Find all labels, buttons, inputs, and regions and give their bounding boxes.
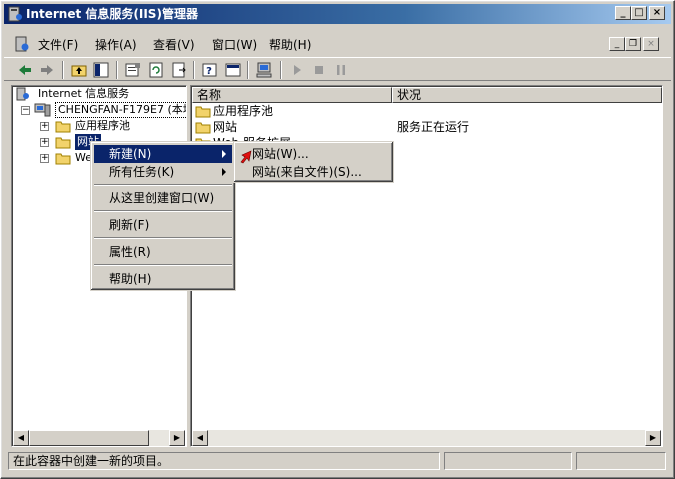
refresh-icon[interactable] — [147, 61, 165, 79]
computer-icon[interactable] — [255, 61, 273, 79]
scroll-right-button[interactable]: ▶ — [169, 430, 185, 446]
mdi-minimize-button[interactable]: _ — [609, 37, 625, 51]
iis-app-icon — [8, 6, 22, 22]
menu-separator — [94, 210, 232, 212]
pause-icon[interactable] — [332, 61, 350, 79]
maximize-button[interactable]: □ — [631, 6, 647, 20]
column-header-status[interactable]: 状况 — [392, 87, 662, 103]
menu-window[interactable]: 窗口(W) — [212, 37, 257, 53]
folder-icon — [55, 153, 71, 165]
help-icon[interactable]: ? — [201, 61, 219, 79]
toolbar-separator — [280, 61, 282, 79]
up-level-icon[interactable] — [70, 61, 88, 79]
submenu-new-website[interactable]: 网站(W)... — [237, 145, 390, 163]
context-menu-refresh[interactable]: 刷新(F) — [94, 216, 232, 234]
menu-separator — [94, 237, 232, 239]
submenu-arrow-icon — [222, 150, 226, 158]
tree-horizontal-scrollbar[interactable]: ◀ ▶ — [13, 430, 185, 446]
list-horizontal-scrollbar[interactable]: ◀ ▶ — [192, 430, 661, 446]
context-menu-new[interactable]: 新建(N) — [94, 145, 232, 163]
status-panel — [444, 452, 572, 470]
iis-root-icon — [16, 87, 29, 101]
properties-icon[interactable] — [124, 61, 142, 79]
folder-icon — [55, 137, 71, 149]
menu-help[interactable]: 帮助(H) — [269, 37, 311, 53]
context-menu-all-tasks[interactable]: 所有任务(K) — [94, 163, 232, 181]
menu-action[interactable]: 操作(A) — [95, 37, 137, 53]
submenu-new-website-from-file[interactable]: 网站(来自文件)(S)... — [237, 163, 390, 181]
title-bar[interactable]: Internet 信息服务(IIS)管理器 _ □ × — [4, 4, 671, 24]
folder-icon — [195, 106, 211, 118]
mouse-cursor-icon — [240, 150, 252, 164]
list-item[interactable]: 网站 服务正在运行 — [195, 119, 655, 135]
minimize-button[interactable]: _ — [615, 6, 631, 20]
menu-separator — [94, 264, 232, 266]
context-menu-help[interactable]: 帮助(H) — [94, 270, 232, 288]
menu-bar: 文件(F) 操作(A) 查看(V) 窗口(W) 帮助(H) _ ❐ × — [4, 34, 671, 56]
menu-view[interactable]: 查看(V) — [153, 37, 195, 53]
folder-icon — [55, 121, 71, 133]
toolbar-separator — [193, 61, 195, 79]
toolbar: ? — [4, 57, 671, 81]
scroll-left-button[interactable]: ◀ — [192, 430, 208, 446]
status-panel — [576, 452, 666, 470]
scroll-thumb[interactable] — [29, 430, 149, 446]
toolbar-separator — [62, 61, 64, 79]
window-title: Internet 信息服务(IIS)管理器 — [26, 7, 198, 21]
toolbar-separator — [116, 61, 118, 79]
expand-web-extensions-toggle[interactable]: + — [40, 154, 49, 163]
forward-arrow-icon[interactable] — [38, 61, 56, 79]
scroll-left-button[interactable]: ◀ — [13, 430, 29, 446]
console-view-icon[interactable] — [224, 61, 242, 79]
scroll-right-button[interactable]: ▶ — [645, 430, 661, 446]
start-icon[interactable] — [288, 61, 306, 79]
tree-server-item[interactable]: CHENGFAN-F179E7 (本地计算机) — [55, 102, 186, 118]
mdi-restore-button[interactable]: ❐ — [625, 37, 641, 51]
context-menu: 新建(N) 所有任务(K) 从这里创建窗口(W) 刷新(F) 属性(R) 帮助(… — [90, 141, 236, 291]
close-button[interactable]: × — [649, 6, 665, 20]
menu-separator — [94, 184, 232, 186]
context-menu-new-window[interactable]: 从这里创建窗口(W) — [94, 189, 232, 207]
back-arrow-icon[interactable] — [16, 61, 34, 79]
list-pane[interactable]: 名称 状况 应用程序池 网站 服务正在运行 Web 服务扩展 ◀ ▶ — [190, 85, 663, 447]
tree-server-label: CHENGFAN-F179E7 (本地计算机) — [58, 103, 186, 116]
toolbar-separator — [247, 61, 249, 79]
context-menu-properties[interactable]: 属性(R) — [94, 243, 232, 261]
status-text: 服务正在运行 — [397, 120, 470, 134]
show-hide-tree-icon[interactable] — [92, 61, 110, 79]
collapse-server-toggle[interactable]: − — [21, 106, 30, 115]
expand-websites-toggle[interactable]: + — [40, 138, 49, 147]
iis-manager-window: Internet 信息服务(IIS)管理器 _ □ × 文件(F) 操作(A) … — [0, 0, 675, 479]
tree-root-label: Internet 信息服务 — [38, 87, 130, 100]
expand-app-pools-toggle[interactable]: + — [40, 122, 49, 131]
status-bar: 在此容器中创建一新的项目。 — [4, 451, 671, 471]
svg-text:?: ? — [206, 66, 212, 77]
folder-icon — [195, 122, 211, 134]
stop-icon[interactable] — [310, 61, 328, 79]
new-submenu: 网站(W)... 网站(来自文件)(S)... — [233, 141, 394, 183]
export-list-icon[interactable] — [170, 61, 188, 79]
console-icon[interactable] — [14, 36, 30, 52]
submenu-arrow-icon — [222, 168, 226, 176]
menu-file[interactable]: 文件(F) — [38, 37, 78, 53]
mdi-close-button[interactable]: × — [643, 37, 659, 51]
server-icon — [34, 103, 51, 117]
tree-app-pools[interactable]: 应用程序池 — [75, 118, 130, 134]
column-header-name[interactable]: 名称 — [192, 87, 392, 103]
status-text: 在此容器中创建一新的项目。 — [8, 452, 440, 470]
